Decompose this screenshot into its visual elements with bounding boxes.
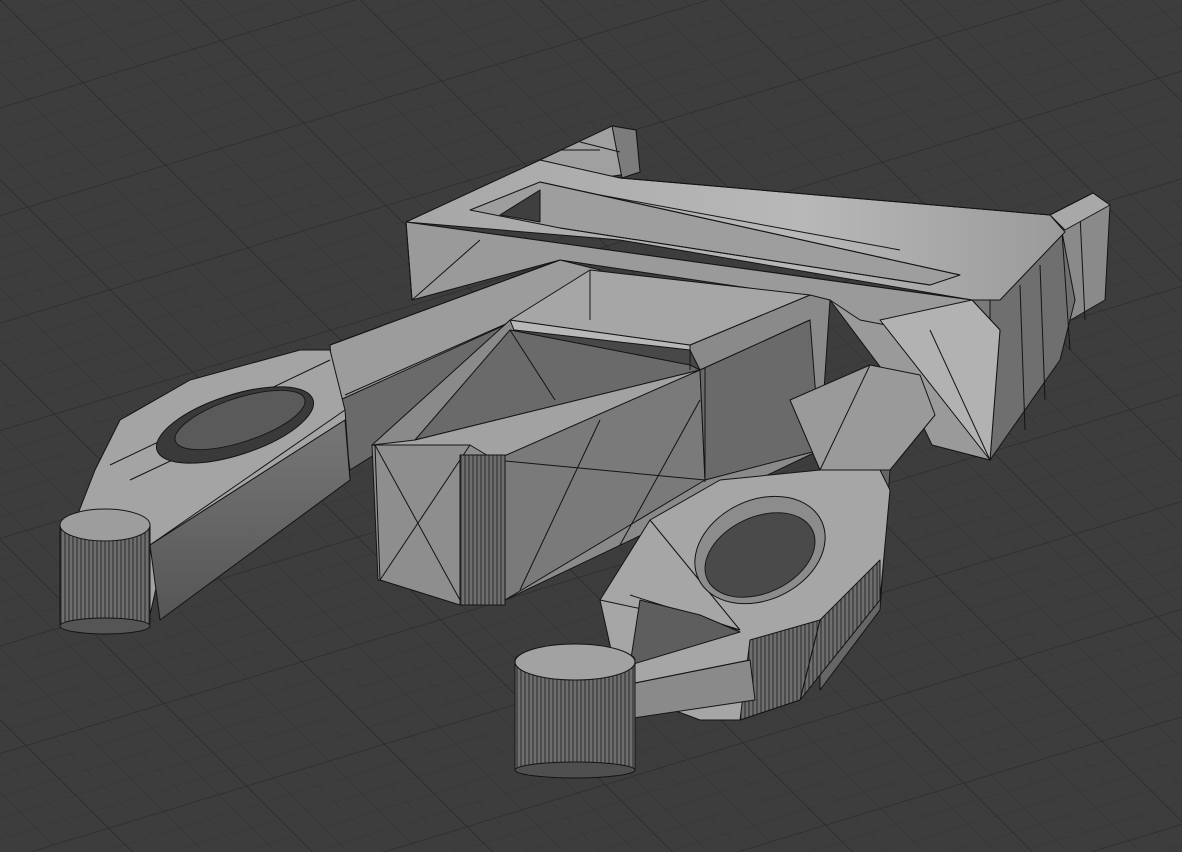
left-knob[interactable]: [59, 508, 151, 635]
right-knob[interactable]: [514, 643, 636, 779]
3d-viewport[interactable]: [0, 0, 1182, 852]
viewport-canvas[interactable]: [0, 0, 1182, 852]
